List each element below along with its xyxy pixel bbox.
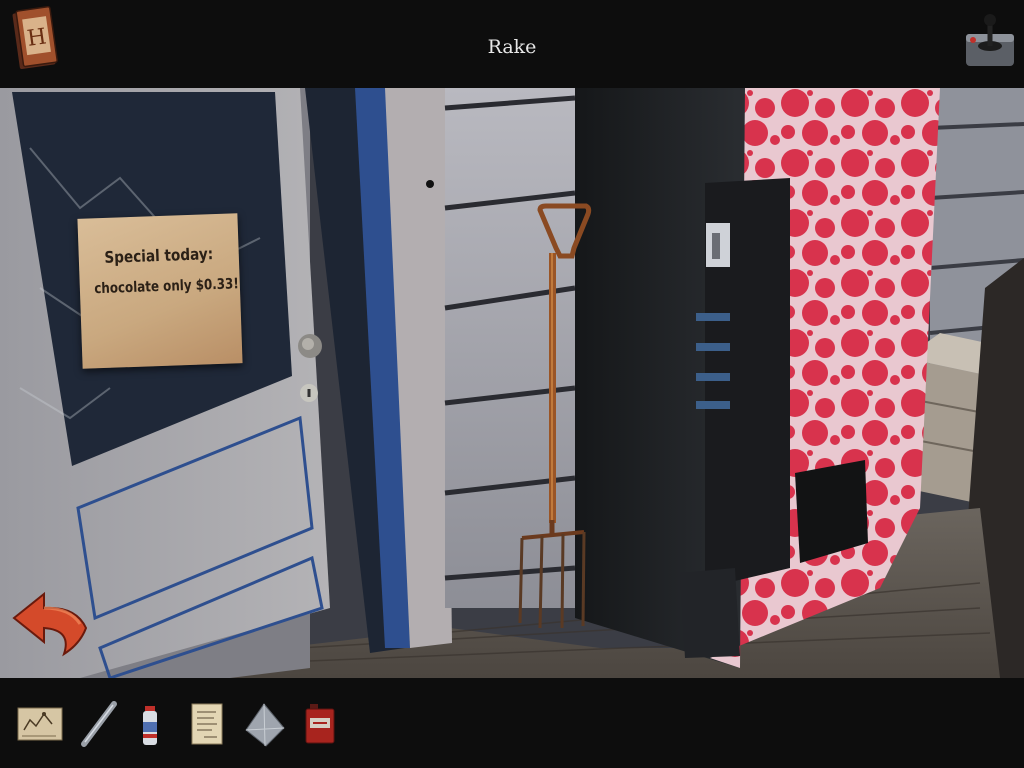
top-bar: H Rake [0,0,1024,88]
inventory-item-metal-rod[interactable] [76,700,124,748]
back-arrow-icon[interactable] [10,584,90,660]
sign-line-2: chocolate only $0.33! [94,276,240,298]
sign-line-1: Special today: [104,244,214,267]
joystick-icon[interactable] [964,8,1016,70]
inventory-item-spray-can[interactable] [128,700,176,748]
inventory-item-map-scrap[interactable] [16,700,64,748]
inventory-item-red-box[interactable] [296,700,344,748]
inventory-item-note-paper[interactable] [184,700,232,748]
special-sign[interactable]: Special today: chocolate only $0.33! [77,213,243,369]
scene-title: Rake [487,36,537,58]
game-scene[interactable]: Special today: chocolate only $0.33! [0,88,1024,678]
inventory-item-cloth[interactable] [240,700,288,748]
inventory-bar [0,678,1024,768]
